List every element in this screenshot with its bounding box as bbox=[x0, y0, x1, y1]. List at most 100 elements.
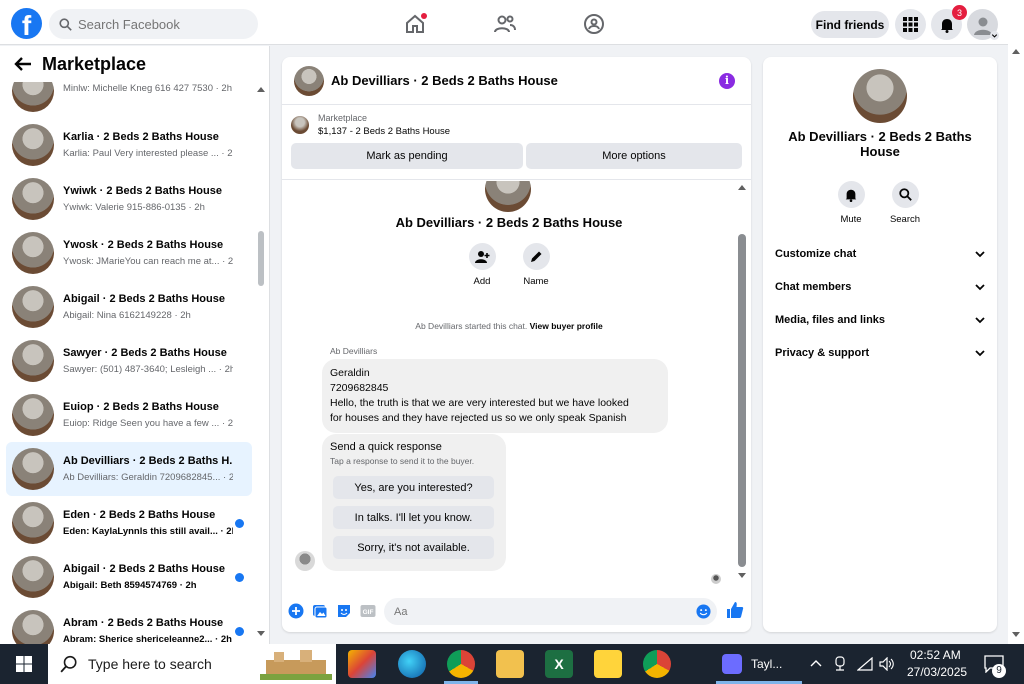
sticker-icon[interactable] bbox=[336, 603, 352, 619]
thumbs-up-icon[interactable] bbox=[726, 601, 744, 619]
scroll-down-arrow-icon[interactable] bbox=[1012, 632, 1020, 638]
conversation-thumbnail bbox=[12, 610, 54, 644]
conversation-item[interactable]: Ywiwk · 2 Beds 2 Baths House Ywiwk: Valer… bbox=[6, 172, 252, 226]
listing-price[interactable]: $1,137 - 2 Beds 2 Baths House bbox=[318, 126, 450, 137]
conversation-scrollbar[interactable] bbox=[256, 86, 266, 641]
chat-members-section[interactable]: Chat members bbox=[775, 276, 985, 298]
chat-profile-avatar bbox=[485, 181, 531, 212]
chat-profile-name: Ab Devilliars · 2 Beds 2 Baths House bbox=[395, 215, 623, 230]
scrollbar-thumb[interactable] bbox=[738, 234, 746, 567]
chat-title[interactable]: Ab Devilliars · 2 Beds 2 Baths House bbox=[331, 73, 558, 88]
search-label: Search bbox=[889, 214, 921, 225]
search-input[interactable] bbox=[78, 16, 238, 32]
back-arrow-icon[interactable] bbox=[14, 56, 32, 72]
privacy-support-section[interactable]: Privacy & support bbox=[775, 342, 985, 364]
conversation-item[interactable]: Sawyer · 2 Beds 2 Baths House Sawyer: (50… bbox=[6, 334, 252, 388]
file-explorer-app[interactable] bbox=[496, 650, 524, 678]
conversation-item[interactable]: Karlia · 2 Beds 2 Baths House Karlia: Pau… bbox=[6, 118, 252, 172]
conversation-item[interactable]: Abram · 2 Beds 2 Baths House Abram: Sheri… bbox=[6, 604, 252, 644]
emoji-icon[interactable] bbox=[696, 604, 711, 619]
conversation-item[interactable]: Ywosk · 2 Beds 2 Baths House Ywosk: JMari… bbox=[6, 226, 252, 280]
more-options-button[interactable]: More options bbox=[526, 143, 742, 169]
conversation-thumbnail bbox=[12, 178, 54, 220]
facebook-logo[interactable]: f bbox=[11, 8, 42, 39]
bell-icon bbox=[940, 18, 953, 33]
add-action[interactable]: Add bbox=[462, 243, 502, 287]
chevron-down-icon bbox=[975, 283, 985, 290]
details-name: Ab Devilliars · 2 Beds 2 Baths House bbox=[788, 129, 972, 159]
meeting-icon[interactable] bbox=[833, 656, 847, 672]
network-icon[interactable] bbox=[857, 657, 873, 671]
home-icon[interactable] bbox=[403, 12, 427, 36]
notifications-button[interactable]: 3 bbox=[931, 5, 967, 40]
excel-app[interactable]: X bbox=[545, 650, 573, 678]
account-button[interactable] bbox=[967, 9, 999, 40]
conversation-item[interactable]: Eden · 2 Beds 2 Baths House Eden: KaylaLy… bbox=[6, 496, 252, 550]
mark-as-pending-button[interactable]: Mark as pending bbox=[291, 143, 523, 169]
scroll-up-arrow-icon[interactable] bbox=[738, 184, 746, 190]
chrome-app-active[interactable] bbox=[447, 650, 475, 678]
search-icon bbox=[59, 17, 72, 31]
chrome-profile-app[interactable] bbox=[643, 650, 671, 678]
plus-circle-icon[interactable] bbox=[288, 603, 304, 619]
sender-avatar[interactable] bbox=[295, 551, 315, 571]
info-icon[interactable]: i bbox=[719, 73, 735, 89]
search-highlight-illustration-icon bbox=[260, 650, 332, 680]
groups-icon[interactable] bbox=[582, 12, 606, 36]
photo-icon[interactable] bbox=[312, 603, 328, 619]
conversation-preview: Eden: KaylaLynnls this still avail... · … bbox=[63, 526, 233, 537]
menu-button[interactable] bbox=[895, 9, 926, 40]
conversation-thumbnail bbox=[12, 124, 54, 166]
conversation-thumbnail bbox=[12, 448, 54, 490]
friends-icon[interactable] bbox=[493, 12, 517, 36]
quick-response-subtitle: Tap a response to send it to the buyer. bbox=[330, 456, 475, 466]
message-input-wrapper[interactable] bbox=[384, 598, 717, 625]
sticky-notes-app[interactable] bbox=[594, 650, 622, 678]
quick-response-in-talks[interactable]: In talks. I'll let you know. bbox=[333, 506, 494, 529]
view-buyer-profile-link[interactable]: View buyer profile bbox=[530, 321, 603, 331]
mute-action[interactable]: Mute bbox=[831, 181, 871, 225]
conversation-list-panel: Marketplace Minlw: Michelle Kneg 616 427… bbox=[0, 46, 270, 644]
conversation-item[interactable]: Abigail · 2 Beds 2 Baths House Abigail: N… bbox=[6, 280, 252, 334]
listing-thumbnail[interactable] bbox=[291, 116, 309, 134]
chat-details-panel: Ab Devilliars · 2 Beds 2 Baths House Mut… bbox=[763, 57, 997, 632]
quick-response-yes[interactable]: Yes, are you interested? bbox=[333, 476, 494, 499]
unread-dot bbox=[235, 627, 244, 636]
conversation-thumbnail bbox=[12, 340, 54, 382]
conversation-name: Abram · 2 Beds 2 Baths House bbox=[63, 617, 224, 629]
scroll-down-arrow-icon[interactable] bbox=[738, 573, 746, 579]
conversation-item[interactable]: Euiop · 2 Beds 2 Baths House Euiop: Ridge… bbox=[6, 388, 252, 442]
chat-scrollbar[interactable] bbox=[737, 181, 747, 591]
taskbar-search[interactable]: Type here to search bbox=[48, 644, 336, 684]
scrollbar-thumb[interactable] bbox=[258, 231, 264, 286]
clock-date[interactable]: 27/03/2025 bbox=[907, 665, 967, 679]
conversation-item[interactable]: Abigail · 2 Beds 2 Baths House Abigail: B… bbox=[6, 550, 252, 604]
message-input[interactable] bbox=[384, 598, 674, 625]
scroll-up-arrow-icon[interactable] bbox=[1012, 48, 1020, 54]
chat-avatar[interactable] bbox=[294, 65, 324, 96]
name-action[interactable]: Name bbox=[516, 243, 556, 287]
details-avatar[interactable] bbox=[853, 69, 907, 123]
media-app[interactable] bbox=[722, 654, 742, 674]
search-icon bbox=[60, 655, 77, 673]
media-files-links-section[interactable]: Media, files and links bbox=[775, 309, 985, 331]
chevron-up-icon[interactable] bbox=[810, 659, 822, 667]
quick-response-not-available[interactable]: Sorry, it's not available. bbox=[333, 536, 494, 559]
scroll-down-arrow-icon[interactable] bbox=[257, 631, 265, 637]
facebook-search[interactable] bbox=[49, 9, 258, 39]
copilot-app[interactable] bbox=[348, 650, 376, 678]
chevron-down-icon bbox=[975, 250, 985, 257]
start-button[interactable] bbox=[0, 644, 48, 684]
running-app-label[interactable]: Tayl... bbox=[751, 657, 782, 671]
incoming-message-bubble[interactable]: Geraldin 7209682845 Hello, the truth is … bbox=[322, 359, 668, 433]
volume-icon[interactable] bbox=[879, 657, 895, 671]
conversation-item[interactable]: Ab Devilliars · 2 Beds 2 Baths H... Ab De… bbox=[6, 442, 252, 496]
find-friends-button[interactable]: Find friends bbox=[811, 11, 889, 38]
clock-time[interactable]: 02:52 AM bbox=[910, 648, 961, 662]
gif-icon[interactable]: GIF bbox=[360, 603, 376, 619]
edge-app[interactable] bbox=[398, 650, 426, 678]
customize-chat-section[interactable]: Customize chat bbox=[775, 243, 985, 265]
scroll-up-arrow-icon[interactable] bbox=[257, 86, 265, 92]
search-action[interactable]: Search bbox=[885, 181, 925, 225]
page-scrollbar[interactable] bbox=[1008, 0, 1024, 644]
